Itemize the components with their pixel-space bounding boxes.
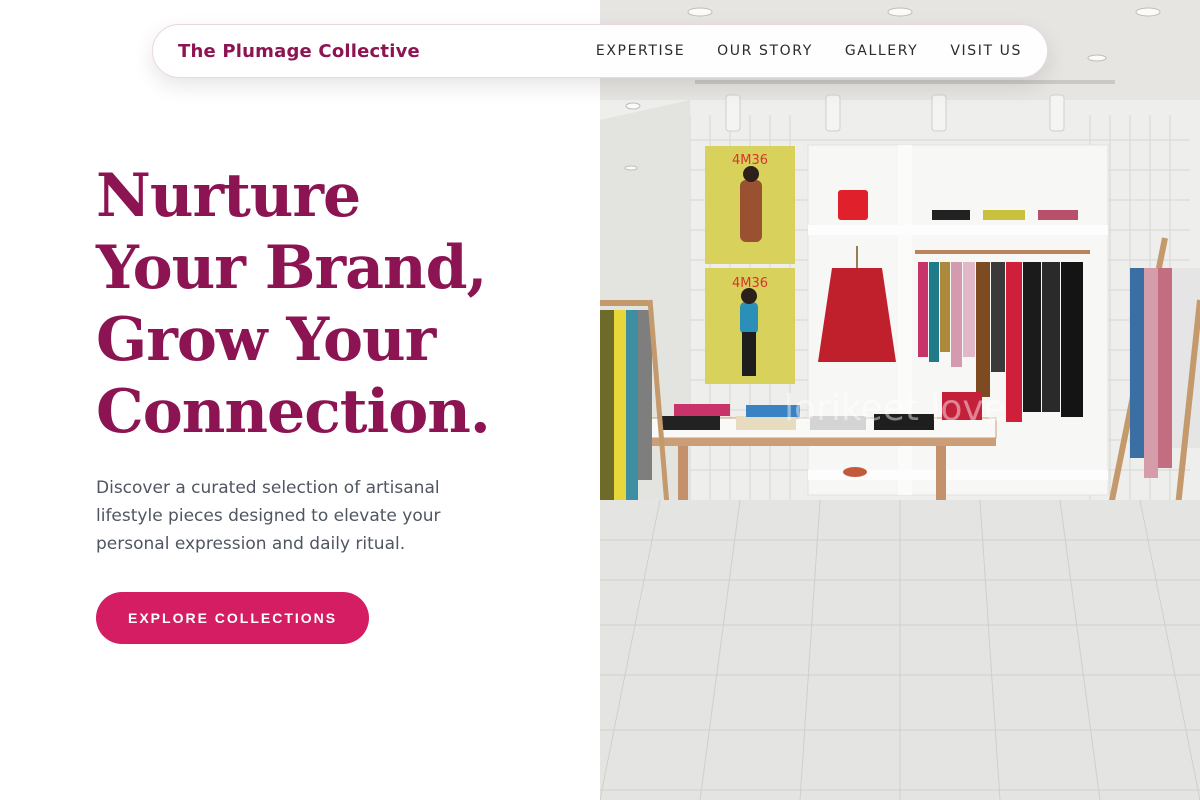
hero-image: 4M36 4M36 lorikeet love	[600, 0, 1200, 800]
nav-links: EXPERTISE OUR STORY GALLERY VISIT US	[596, 43, 1022, 59]
headline-line-1: Nurture	[96, 161, 361, 231]
headline-line-3: Grow Your	[96, 305, 436, 375]
nav-link-visit-us[interactable]: VISIT US	[950, 43, 1022, 59]
headline-line-4: Connection.	[96, 377, 491, 447]
hero-headline: Nurture Your Brand, Grow Your Connection…	[96, 160, 566, 448]
nav-link-our-story[interactable]: OUR STORY	[717, 43, 813, 59]
brand-logo-text[interactable]: The Plumage Collective	[178, 41, 420, 62]
explore-collections-button[interactable]: EXPLORE COLLECTIONS	[96, 592, 370, 644]
hero-copy: Nurture Your Brand, Grow Your Connection…	[96, 160, 566, 644]
headline-line-2: Your Brand,	[96, 233, 487, 303]
image-watermark: lorikeet love	[784, 388, 1006, 429]
store-interior-illustration: 4M36 4M36 lorikeet love	[600, 0, 1200, 800]
hero-subtext: Discover a curated selection of artisana…	[96, 478, 441, 554]
top-navbar: The Plumage Collective EXPERTISE OUR STO…	[152, 24, 1048, 78]
landing-page: 4M36 4M36 lorikeet love The Plumage Coll…	[0, 0, 1200, 800]
nav-link-expertise[interactable]: EXPERTISE	[596, 43, 685, 59]
nav-link-gallery[interactable]: GALLERY	[845, 43, 918, 59]
poster-text-top: 4M36	[732, 153, 768, 168]
